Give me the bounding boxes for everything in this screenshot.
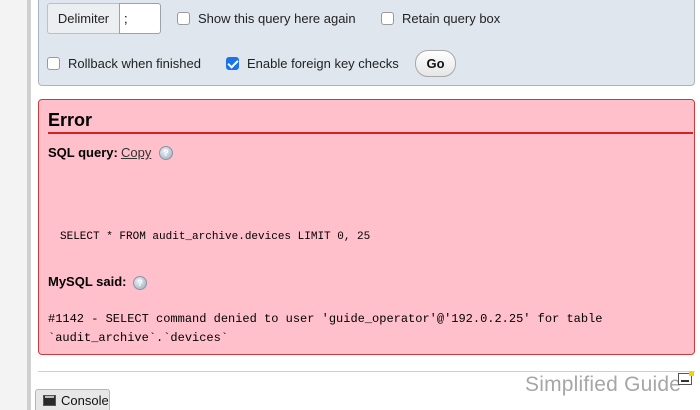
retain-query-checkbox[interactable] bbox=[381, 11, 394, 25]
show-query-label: Show this query here again bbox=[198, 10, 356, 26]
foreign-key-option[interactable]: Enable foreign key checks bbox=[226, 55, 399, 71]
error-divider bbox=[48, 132, 693, 134]
sql-query-text: SELECT * FROM audit_archive.devices LIMI… bbox=[60, 231, 371, 243]
watermark: Simplified Guide bbox=[525, 373, 682, 396]
mysql-said-label: MySQL said: bbox=[48, 274, 127, 289]
help-icon[interactable]: ? bbox=[159, 146, 173, 160]
retain-query-label: Retain query box bbox=[402, 10, 501, 26]
rollback-option[interactable]: Rollback when finished bbox=[47, 55, 201, 71]
show-query-option[interactable]: Show this query here again bbox=[177, 10, 356, 26]
rollback-checkbox[interactable] bbox=[47, 56, 60, 70]
retain-query-option[interactable]: Retain query box bbox=[381, 10, 500, 26]
error-panel: Error SQL query: Copy ? SELECT * FROM au… bbox=[38, 99, 695, 355]
go-button[interactable]: Go bbox=[415, 50, 456, 77]
query-options-panel: Delimiter ; Show this query here again R… bbox=[38, 0, 695, 86]
sql-query-label: SQL query: bbox=[48, 145, 118, 160]
console-icon bbox=[43, 394, 56, 406]
mysql-help-icon[interactable]: ? bbox=[133, 276, 147, 290]
panel-resize-handle[interactable] bbox=[27, 0, 30, 410]
console-label: Console bbox=[61, 392, 109, 408]
bottom-divider bbox=[38, 371, 695, 372]
foreign-key-label: Enable foreign key checks bbox=[247, 55, 399, 71]
copy-link[interactable]: Copy bbox=[121, 145, 151, 160]
error-message: #1142 - SELECT command denied to user 'g… bbox=[48, 312, 603, 345]
rollback-label: Rollback when finished bbox=[68, 55, 201, 71]
show-query-checkbox[interactable] bbox=[177, 11, 190, 25]
console-tab[interactable]: Console bbox=[35, 389, 110, 410]
delimiter-label: Delimiter bbox=[47, 3, 119, 34]
window-icon[interactable] bbox=[678, 371, 694, 385]
error-title: Error bbox=[48, 110, 93, 130]
foreign-key-checkbox[interactable] bbox=[226, 56, 239, 70]
delimiter-input[interactable]: ; bbox=[119, 3, 161, 34]
navigation-panel-edge bbox=[0, 0, 31, 410]
